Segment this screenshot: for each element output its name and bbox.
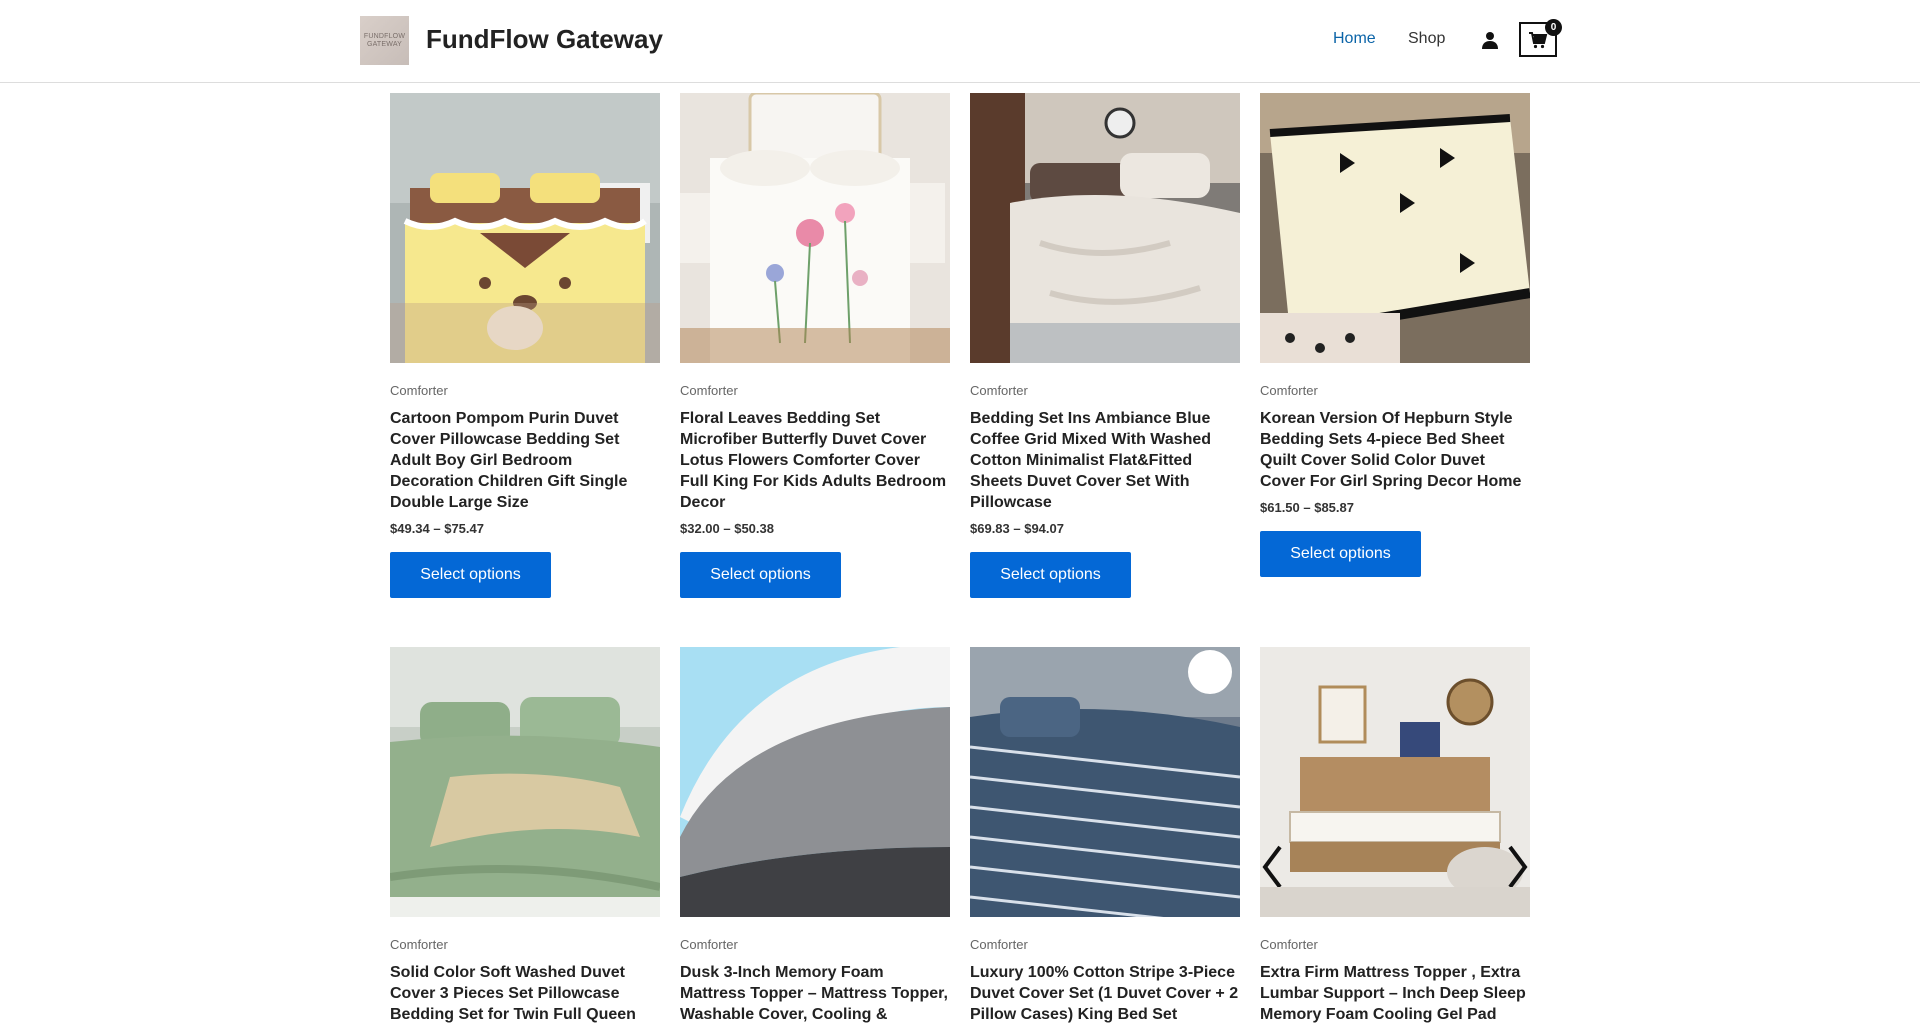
product-category[interactable]: Comforter	[1260, 937, 1530, 952]
product-title[interactable]: Cartoon Pompom Purin Duvet Cover Pillowc…	[390, 408, 660, 513]
product-category[interactable]: Comforter	[680, 937, 950, 952]
product-image[interactable]	[1260, 93, 1531, 363]
cart-icon	[1529, 31, 1548, 48]
product-card: Comforter Solid Color Soft Washed Duvet …	[389, 647, 661, 1025]
product-price: $32.00 – $50.38	[680, 521, 774, 536]
product-price: $49.34 – $75.47	[390, 521, 484, 536]
product-card: Comforter Cartoon Pompom Purin Duvet Cov…	[390, 93, 660, 598]
site-header: FUNDFLOW GATEWAY FundFlow Gateway Home S…	[0, 0, 1920, 83]
nav-shop-link[interactable]: Shop	[1408, 30, 1445, 48]
select-options-button[interactable]: Select options	[680, 552, 841, 598]
logo-text: FUNDFLOW GATEWAY	[363, 32, 406, 48]
product-card: Comforter Bedding Set Ins Ambiance Blue …	[970, 93, 1240, 598]
product-image[interactable]	[969, 647, 1241, 929]
product-title[interactable]: Korean Version Of Hepburn Style Bedding …	[1260, 408, 1530, 492]
product-image[interactable]	[1260, 647, 1530, 917]
product-category[interactable]: Comforter	[390, 383, 660, 398]
product-card: Comforter Korean Version Of Hepburn Styl…	[1260, 93, 1531, 598]
product-title[interactable]: Floral Leaves Bedding Set Microfiber But…	[680, 408, 950, 513]
product-image[interactable]	[389, 647, 661, 917]
product-category[interactable]: Comforter	[680, 383, 950, 398]
product-grid: Comforter Cartoon Pompom Purin Duvet Cov…	[389, 91, 1531, 1025]
product-card: Comforter Dusk 3-Inch Memory Foam Mattre…	[680, 647, 950, 1025]
product-image[interactable]	[970, 93, 1240, 363]
select-options-button[interactable]: Select options	[970, 552, 1131, 598]
product-category[interactable]: Comforter	[1260, 383, 1530, 398]
user-account-icon[interactable]	[1480, 30, 1500, 50]
select-options-button[interactable]: Select options	[390, 552, 551, 598]
site-logo[interactable]: FUNDFLOW GATEWAY	[360, 16, 409, 65]
select-options-button[interactable]: Select options	[1260, 531, 1421, 577]
product-category[interactable]: Comforter	[970, 937, 1240, 952]
product-title[interactable]: Dusk 3-Inch Memory Foam Mattress Topper …	[680, 962, 950, 1025]
product-title[interactable]: Solid Color Soft Washed Duvet Cover 3 Pi…	[390, 962, 660, 1025]
product-category[interactable]: Comforter	[390, 937, 660, 952]
product-price: $61.50 – $85.87	[1260, 500, 1354, 515]
product-category[interactable]: Comforter	[970, 383, 1240, 398]
product-card: Comforter Extra Firm Mattress Topper , E…	[1260, 647, 1530, 1025]
site-title[interactable]: FundFlow Gateway	[426, 24, 663, 55]
product-image[interactable]	[680, 647, 950, 917]
product-image[interactable]	[390, 93, 660, 363]
product-title[interactable]: Extra Firm Mattress Topper , Extra Lumba…	[1260, 962, 1530, 1025]
product-price: $69.83 – $94.07	[970, 521, 1064, 536]
product-card: Comforter Floral Leaves Bedding Set Micr…	[680, 91, 950, 598]
nav-home-link[interactable]: Home	[1333, 30, 1376, 48]
product-title[interactable]: Luxury 100% Cotton Stripe 3-Piece Duvet …	[970, 962, 1240, 1025]
product-card: Comforter Luxury 100% Cotton Stripe 3-Pi…	[969, 647, 1241, 1025]
product-title[interactable]: Bedding Set Ins Ambiance Blue Coffee Gri…	[970, 408, 1240, 513]
cart-count-badge: 0	[1545, 19, 1562, 36]
product-image[interactable]	[680, 91, 950, 363]
